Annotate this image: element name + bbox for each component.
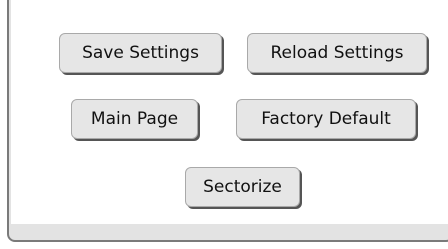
reload-settings-button[interactable]: Reload Settings bbox=[247, 33, 427, 73]
factory-default-button[interactable]: Factory Default bbox=[236, 99, 416, 139]
sectorize-button[interactable]: Sectorize bbox=[185, 167, 300, 207]
save-settings-button[interactable]: Save Settings bbox=[59, 33, 222, 73]
settings-button-panel: Save Settings Reload Settings Main Page … bbox=[11, 0, 448, 224]
main-page-button[interactable]: Main Page bbox=[71, 99, 198, 139]
